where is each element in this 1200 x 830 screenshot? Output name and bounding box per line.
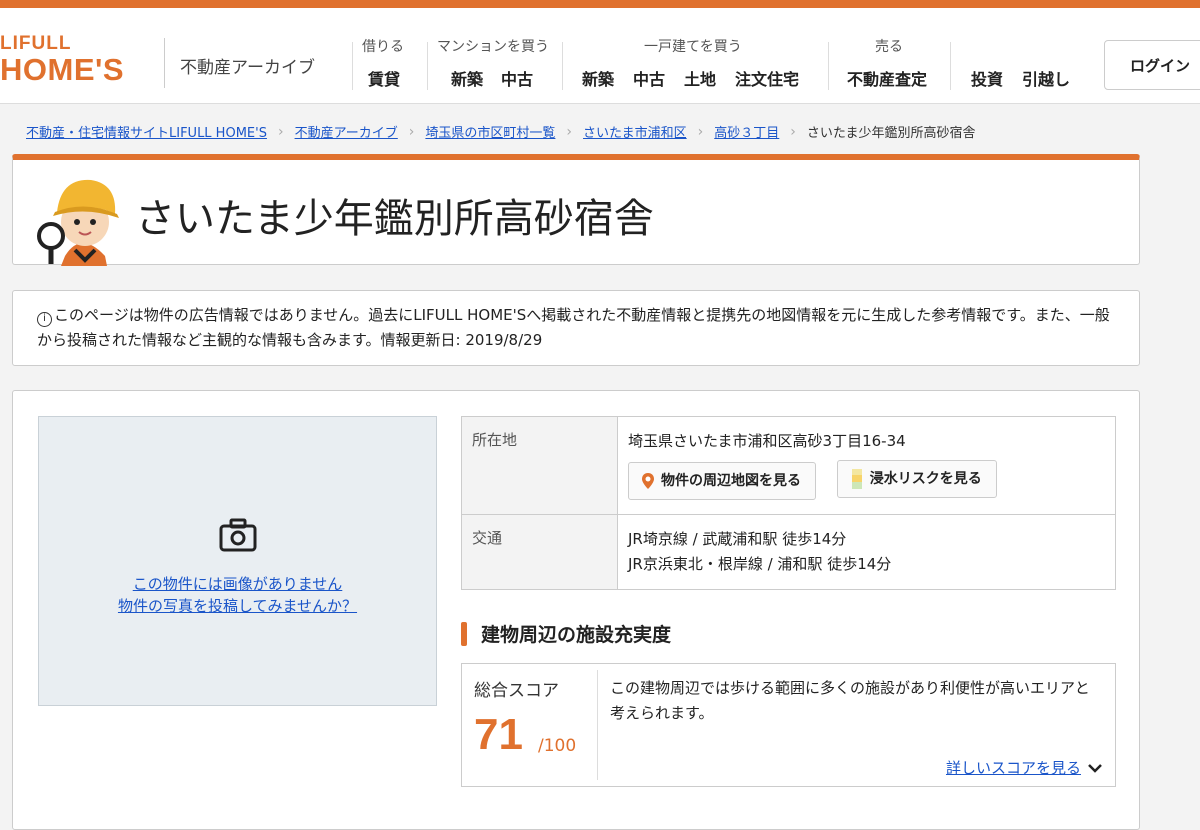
transport-line: JR埼京線 / 武蔵浦和駅 徒歩14分	[628, 530, 847, 548]
breadcrumb-link-town[interactable]: 高砂３丁目	[714, 122, 779, 141]
score-description: この建物周辺では歩ける範囲に多くの施設があり利便性が高いエリアと考えられます。	[610, 679, 1090, 722]
lifull-homes-logo[interactable]: LIFULL HOME'S	[0, 34, 124, 86]
transport-cell: JR埼京線 / 武蔵浦和駅 徒歩14分 JR京浜東北・根岸線 / 浦和駅 徒歩1…	[617, 514, 1116, 590]
archive-label[interactable]: 不動産アーカイブ	[180, 53, 315, 78]
map-button[interactable]: 物件の周辺地図を見る	[628, 462, 816, 500]
nav-item-land[interactable]: 土地	[684, 66, 716, 90]
breadcrumb-current: さいたま少年鑑別所高砂宿舎	[806, 126, 976, 141]
transport-line: JR京浜東北・根岸線 / 浦和駅 徒歩14分	[628, 555, 892, 573]
login-button[interactable]: ログイン	[1104, 40, 1200, 90]
notice-box: i このページは物件の広告情報ではありません。過去にLIFULL HOME'Sへ掲…	[12, 290, 1140, 366]
score-summary: 総合スコア 71 /100	[462, 670, 598, 780]
flood-button-label: 浸水リスクを見る	[869, 470, 982, 487]
transport-label: 交通	[461, 514, 618, 590]
logo-line2: HOME'S	[0, 52, 125, 87]
nav-item-appraisal[interactable]: 不動産査定	[847, 66, 927, 90]
nav-item-mansion-new[interactable]: 新築	[451, 66, 483, 90]
chevron-right-icon: ›	[697, 123, 704, 140]
chevron-right-icon: ›	[408, 123, 415, 140]
nav-group-sell: 売る 不動産査定	[828, 32, 950, 92]
breadcrumb-link-home[interactable]: 不動産・住宅情報サイトLIFULL HOME'S	[26, 122, 267, 141]
post-photo-link[interactable]: 物件の写真を投稿してみませんか？	[39, 595, 436, 617]
nav-group-mansion: マンションを買う 新築 中古	[427, 32, 562, 92]
property-card: この物件には画像がありません 物件の写真を投稿してみませんか？ 所在地 埼玉県さ…	[12, 390, 1140, 830]
logo-divider	[164, 38, 165, 88]
info-icon: i	[37, 312, 52, 327]
notice-text: このページは物件の広告情報ではありません。過去にLIFULL HOME'Sへ掲載…	[37, 306, 1110, 349]
property-info-table: 所在地 埼玉県さいたま市浦和区高砂3丁目16-34 物件の周辺地図を見る 浸水リ…	[461, 416, 1116, 590]
chevron-right-icon: ›	[277, 123, 284, 140]
chevron-right-icon: ›	[566, 123, 573, 140]
nav-group-rent: 借りる 賃貸	[352, 32, 422, 92]
map-button-label: 物件の周辺地図を見る	[661, 472, 801, 489]
nav-caption-sell: 売る	[875, 39, 903, 55]
nav-group-house: 一戸建てを買う 新築 中古 土地 注文住宅	[562, 32, 828, 92]
nav-item-mansion-used[interactable]: 中古	[501, 66, 533, 90]
score-max: /100	[538, 736, 577, 756]
breadcrumb-link-ward[interactable]: さいたま市浦和区	[583, 122, 687, 141]
no-image-link[interactable]: この物件には画像がありません	[39, 573, 436, 595]
page-title: さいたま少年鑑別所高砂宿舎	[135, 196, 654, 242]
nav-item-moving[interactable]: 引越し	[1022, 66, 1070, 90]
facility-title-text: 建物周辺の施設充実度	[481, 624, 672, 646]
breadcrumb-link-prefecture[interactable]: 埼玉県の市区町村一覧	[425, 122, 555, 141]
address-value: 埼玉県さいたま市浦和区高砂3丁目16-34	[628, 432, 906, 450]
site-header: LIFULL HOME'S 不動産アーカイブ 借りる 賃貸 マンションを買う 新…	[0, 8, 1200, 104]
photo-placeholder: この物件には画像がありません 物件の写真を投稿してみませんか？	[38, 416, 437, 706]
score-value: 71	[474, 710, 523, 759]
table-row: 所在地 埼玉県さいたま市浦和区高砂3丁目16-34 物件の周辺地図を見る 浸水リ…	[461, 416, 1116, 515]
score-label: 総合スコア	[474, 681, 559, 701]
mascot-detective-icon	[35, 170, 127, 270]
score-box: 総合スコア 71 /100 この建物周辺では歩ける範囲に多くの施設があり利便性が…	[461, 663, 1116, 787]
breadcrumb-link-archive[interactable]: 不動産アーカイブ	[295, 122, 398, 141]
score-details-link[interactable]: 詳しいスコアを見る	[946, 757, 1103, 778]
chevron-down-icon	[1087, 759, 1103, 777]
flood-risk-button[interactable]: 浸水リスクを見る	[836, 460, 997, 498]
logo-line1: LIFULL	[0, 33, 72, 54]
address-cell: 埼玉県さいたま市浦和区高砂3丁目16-34 物件の周辺地図を見る 浸水リスクを見…	[617, 416, 1116, 515]
chevron-right-icon: ›	[790, 123, 796, 140]
score-details-label: 詳しいスコアを見る	[945, 759, 1081, 777]
brand-top-bar	[0, 0, 1200, 8]
nav-caption-rent: 借りる	[362, 39, 404, 55]
nav-item-house-new[interactable]: 新築	[582, 66, 614, 90]
nav-caption-mansion: マンションを買う	[437, 39, 549, 55]
title-card: さいたま少年鑑別所高砂宿舎	[12, 154, 1140, 266]
nav-item-investment[interactable]: 投資	[971, 66, 1003, 90]
address-label: 所在地	[461, 416, 618, 515]
nav-group-other: 投資 引越し	[950, 32, 1090, 92]
map-pin-icon	[642, 473, 654, 489]
section-accent-bar	[461, 621, 467, 646]
table-row: 交通 JR埼京線 / 武蔵浦和駅 徒歩14分 JR京浜東北・根岸線 / 浦和駅 …	[461, 514, 1116, 590]
breadcrumb: 不動産・住宅情報サイトLIFULL HOME'S › 不動産アーカイブ › 埼玉…	[26, 122, 976, 142]
flood-map-icon	[851, 469, 862, 489]
nav-item-custom-home[interactable]: 注文住宅	[735, 66, 799, 90]
nav-item-house-used[interactable]: 中古	[633, 66, 665, 90]
camera-icon	[39, 517, 436, 557]
facility-section-title: 建物周辺の施設充実度	[461, 620, 671, 647]
nav-caption-house: 一戸建てを買う	[644, 39, 742, 55]
nav-item-rent[interactable]: 賃貸	[368, 66, 400, 90]
